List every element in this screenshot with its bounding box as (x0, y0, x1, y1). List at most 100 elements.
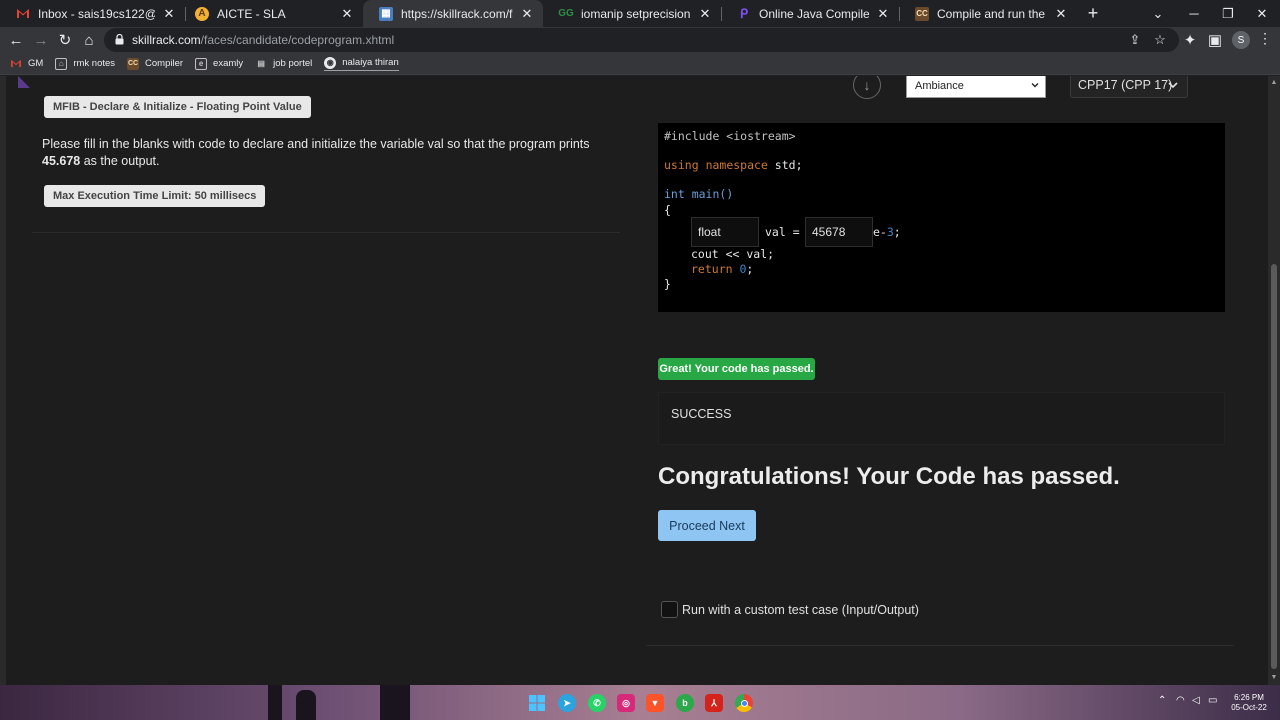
tab-gmail[interactable]: Inbox - sais19cs122@rmkcet.ac.in ✕ (0, 0, 185, 27)
brave-icon[interactable]: ▼ (646, 694, 664, 712)
side-panel-icon[interactable]: ▣ (1205, 30, 1225, 50)
tab-strip: Inbox - sais19cs122@rmkcet.ac.in ✕ A AIC… (0, 0, 1280, 27)
proceed-next-button[interactable]: Proceed Next (658, 510, 756, 541)
codechef-icon: CC (915, 6, 929, 21)
bookmark-examly[interactable]: e examly (195, 57, 243, 70)
new-tab-plus-icon[interactable]: + (1083, 3, 1103, 23)
lock-icon (115, 34, 124, 45)
aicte-icon: A (195, 6, 209, 21)
globe-icon: ◉ (324, 56, 337, 69)
code-line-include: #include <iostream> (664, 129, 796, 143)
bookmarks-bar: GM ⌂ rmk notes CC Compiler e examly ▤ jo… (0, 53, 1280, 75)
problem-title-tag: MFIB - Declare & Initialize - Floating P… (44, 96, 311, 118)
congrats-heading: Congratulations! Your Code has passed. (658, 463, 1120, 490)
close-icon[interactable]: ✕ (875, 6, 891, 22)
right-divider (646, 645, 1234, 646)
code-line-brace-close: } (664, 277, 671, 291)
forward-arrow-icon[interactable]: → (31, 30, 51, 50)
close-icon[interactable]: ✕ (161, 6, 177, 22)
code-val-assign: val = (765, 225, 800, 239)
problem-description: Please fill in the blanks with code to d… (42, 137, 590, 168)
chevron-down-icon (1031, 83, 1039, 88)
code-line-brace-open: { (664, 203, 671, 217)
extensions-puzzle-icon[interactable]: ✦ (1180, 30, 1200, 50)
tab-codechef[interactable]: CC Compile and run the code with onl ✕ (899, 0, 1077, 27)
expected-output: 45.678 (42, 154, 81, 168)
bookmark-nalaiya-thiran[interactable]: ◉ nalaiya thiran (324, 56, 399, 71)
address-bar[interactable]: skillrack.com/faces/candidate/codeprogra… (104, 28, 1179, 52)
bookmark-star-icon[interactable]: ☆ (1151, 31, 1169, 49)
volume-icon[interactable]: ◁ (1192, 695, 1200, 706)
code-line-using: using namespace std; (664, 158, 803, 172)
home-icon[interactable]: ⌂ (79, 30, 99, 50)
restore-icon[interactable]: ❐ (1210, 0, 1246, 27)
scrollbar-thumb[interactable] (1271, 264, 1277, 669)
share-icon[interactable]: ⇪ (1126, 31, 1144, 49)
bookmark-job-portel[interactable]: ▤ job portel (255, 58, 312, 70)
codechef-icon: CC (127, 57, 140, 70)
instagram-icon[interactable]: ◎ (617, 694, 635, 712)
close-icon[interactable]: ✕ (697, 6, 713, 22)
drive-icon: ⌂ (55, 57, 68, 70)
result-box: SUCCESS (658, 392, 1225, 445)
page-scrollbar[interactable]: ▲ ▼ (1268, 76, 1280, 685)
code-line-return: return 0; (691, 262, 754, 276)
back-arrow-icon[interactable]: ← (6, 30, 26, 50)
browser-toolbar: ← → ↻ ⌂ skillrack.com/faces/candidate/co… (0, 27, 1280, 53)
whatsapp-business-icon[interactable]: b (676, 694, 694, 712)
taskbar-clock[interactable]: 6:26 PM 05-Oct-22 (1226, 693, 1272, 713)
examly-icon: e (195, 57, 208, 70)
custom-test-checkbox[interactable] (661, 601, 678, 618)
bookmark-compiler[interactable]: CC Compiler (127, 57, 183, 70)
whatsapp-icon[interactable]: ✆ (588, 694, 606, 712)
telegram-icon[interactable]: ➤ (558, 694, 576, 712)
close-icon[interactable]: ✕ (519, 6, 535, 22)
code-line-cout: cout << val; (691, 247, 775, 261)
tab-aicte[interactable]: A AICTE - SLA ✕ (179, 0, 363, 27)
battery-icon[interactable]: ▭ (1208, 695, 1217, 706)
code-exponent: e-3; (873, 225, 901, 239)
bookmark-rmk-notes[interactable]: ⌂ rmk notes (55, 57, 115, 70)
skillrack-icon: ▦ (379, 6, 393, 21)
windows-start-icon[interactable] (528, 694, 546, 712)
acrobat-icon[interactable]: ⅄ (705, 694, 723, 712)
decorative-corner (18, 76, 30, 88)
menu-kebab-icon[interactable]: ⋮ (1258, 30, 1272, 47)
chevron-down-icon (1168, 82, 1178, 89)
tray-chevron-up-icon[interactable]: ⌃ (1158, 695, 1166, 706)
scroll-down-arrow-icon[interactable]: ▼ (1270, 674, 1278, 682)
tab-skillrack[interactable]: ▦ https://skillrack.com/faces/candida ✕ (363, 0, 543, 27)
pass-status-badge: Great! Your code has passed. (658, 358, 815, 380)
code-editor[interactable]: #include <iostream> using namespace std;… (658, 123, 1225, 312)
building-icon: ▤ (257, 59, 265, 68)
tab-online-java-compiler[interactable]: ᑭ Online Java Compiler ✕ (721, 0, 899, 27)
geeksforgeeks-icon: GG (558, 8, 574, 19)
result-status: SUCCESS (671, 407, 732, 421)
wifi-icon[interactable]: ◠ (1176, 695, 1185, 706)
theme-select[interactable]: Ambiance (906, 76, 1046, 98)
programiz-icon: ᑭ (739, 5, 749, 21)
wallpaper-figure (268, 685, 282, 720)
minimize-icon[interactable]: ─ (1176, 0, 1212, 27)
window-close-icon[interactable]: ✕ (1244, 0, 1280, 27)
tab-geeksforgeeks[interactable]: GG iomanip setprecision() function in C … (543, 0, 721, 27)
download-arrow-icon[interactable]: ↓ (853, 76, 881, 99)
custom-test-option[interactable]: Run with a custom test case (Input/Outpu… (661, 601, 919, 618)
tab-search-chevron-icon[interactable]: ⌄ (1140, 0, 1176, 27)
code-line-main: int main() (664, 187, 734, 201)
profile-avatar[interactable]: S (1232, 31, 1250, 49)
wallpaper-figure (380, 685, 410, 720)
gmail-icon (10, 58, 22, 70)
blank-type-input[interactable]: float (691, 217, 759, 247)
language-select[interactable]: CPP17 (CPP 17) (1070, 76, 1188, 98)
wallpaper-figure (296, 690, 316, 720)
chrome-icon[interactable] (735, 694, 753, 712)
scroll-up-arrow-icon[interactable]: ▲ (1270, 79, 1278, 87)
left-divider (32, 232, 620, 233)
close-icon[interactable]: ✕ (339, 6, 355, 22)
page-content: MFIB - Declare & Initialize - Floating P… (0, 76, 1268, 685)
reload-icon[interactable]: ↻ (55, 30, 75, 50)
bookmark-gm[interactable]: GM (10, 58, 43, 70)
blank-value-input[interactable]: 45678 (805, 217, 873, 247)
close-icon[interactable]: ✕ (1053, 6, 1069, 22)
